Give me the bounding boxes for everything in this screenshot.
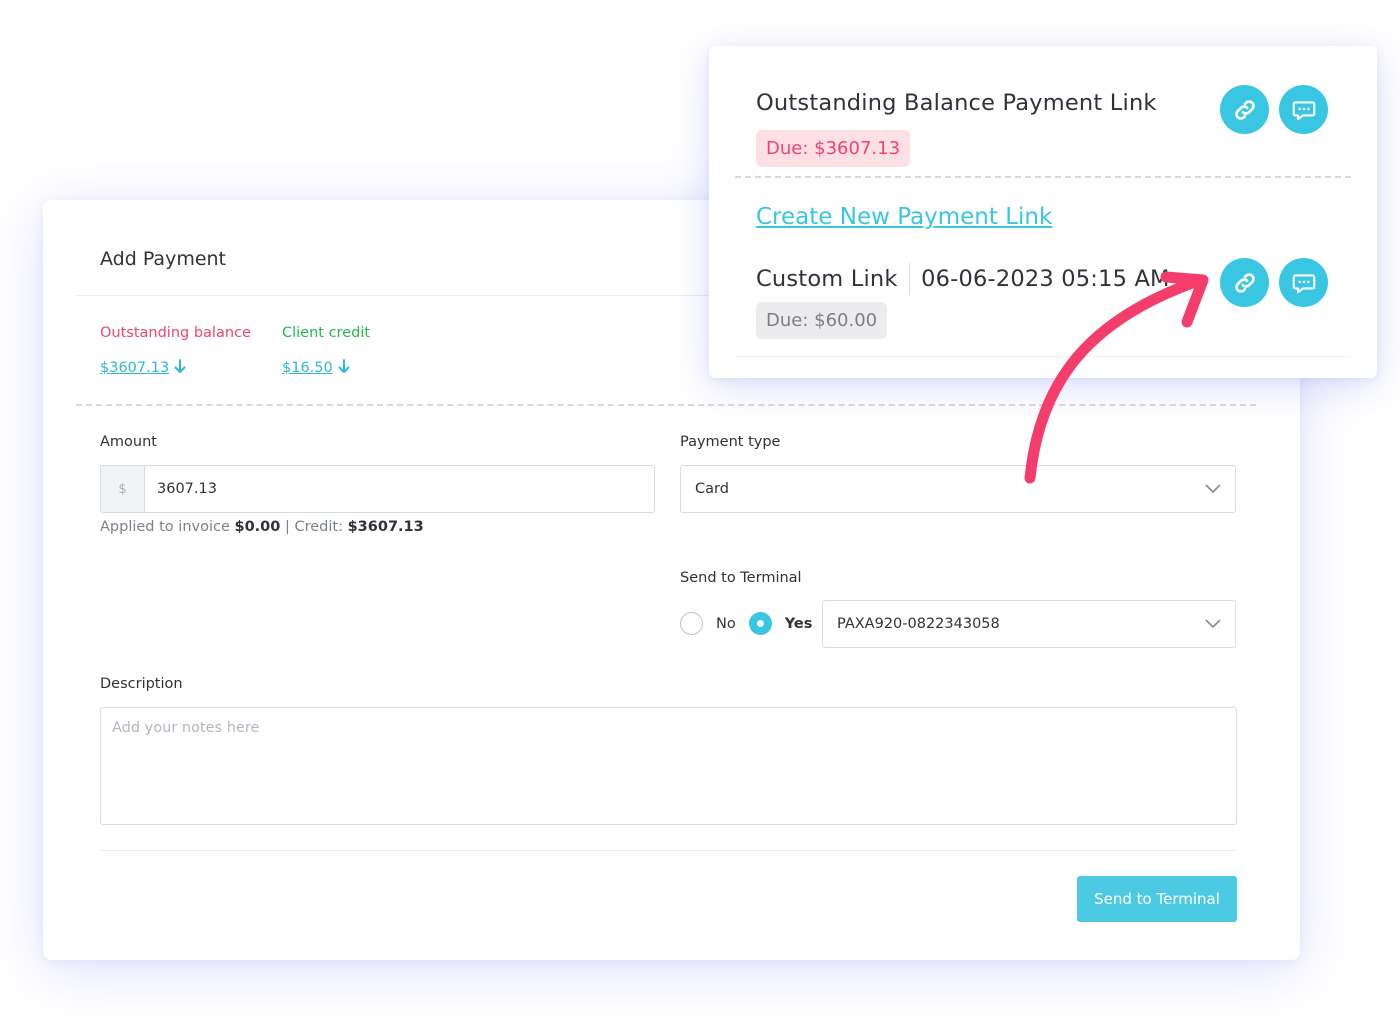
outstanding-due-badge: Due: $3607.13 bbox=[756, 130, 911, 167]
arrow-down-icon bbox=[338, 359, 350, 377]
message-icon bbox=[1291, 270, 1317, 296]
payment-links-popup: Outstanding Balance Payment Link Due: $3… bbox=[709, 46, 1377, 378]
custom-link-label: Custom Link bbox=[756, 266, 898, 292]
currency-prefix: $ bbox=[101, 466, 145, 512]
description-label: Description bbox=[100, 676, 183, 692]
payment-type-label: Payment type bbox=[680, 434, 781, 450]
applied-credit-value: $3607.13 bbox=[347, 519, 424, 535]
radio-yes-label: Yes bbox=[784, 615, 813, 632]
applied-prefix: Applied to invoice bbox=[100, 519, 235, 535]
applied-invoice-value: $0.00 bbox=[234, 519, 281, 535]
send-to-terminal-button[interactable]: Send to Terminal bbox=[1077, 876, 1237, 922]
terminal-value: PAXA920-0822343058 bbox=[837, 616, 1000, 632]
client-credit-link[interactable]: $16.50 bbox=[282, 359, 350, 377]
copy-link-button[interactable] bbox=[1220, 85, 1269, 134]
send-message-button[interactable] bbox=[1279, 85, 1328, 134]
radio-no-label: No bbox=[716, 615, 736, 632]
applied-mid: | Credit: bbox=[280, 519, 348, 535]
send-terminal-radio-group: No Yes bbox=[680, 612, 825, 635]
description-textarea[interactable]: Add your notes here bbox=[100, 707, 1237, 825]
amount-field[interactable]: $ 3607.13 bbox=[100, 465, 655, 513]
outstanding-balance-label: Outstanding balance bbox=[100, 325, 251, 341]
stage: Add Payment Outstanding balance Client c… bbox=[0, 0, 1400, 1028]
payment-type-value: Card bbox=[695, 481, 729, 497]
create-payment-link[interactable]: Create New Payment Link bbox=[756, 204, 1052, 230]
applied-summary: Applied to invoice $0.00 | Credit: $3607… bbox=[100, 519, 424, 535]
custom-link-date: 06-06-2023 05:15 AM bbox=[921, 266, 1170, 292]
outstanding-balance-value: $3607.13 bbox=[100, 360, 170, 376]
footer-divider bbox=[100, 850, 1237, 851]
vertical-separator bbox=[908, 263, 911, 295]
description-placeholder: Add your notes here bbox=[112, 720, 260, 736]
amount-label: Amount bbox=[100, 434, 157, 450]
popup-bottom-divider bbox=[735, 356, 1351, 357]
card-title: Add Payment bbox=[100, 248, 227, 270]
outstanding-balance-link[interactable]: $3607.13 bbox=[100, 359, 186, 377]
balance-divider bbox=[76, 404, 1256, 406]
popup-divider bbox=[735, 176, 1351, 178]
chevron-down-icon bbox=[1205, 484, 1221, 494]
amount-input[interactable]: 3607.13 bbox=[145, 466, 217, 512]
custom-link-row: Custom Link 06-06-2023 05:15 AM bbox=[756, 263, 1170, 295]
client-credit-label: Client credit bbox=[282, 325, 371, 341]
custom-due-badge: Due: $60.00 bbox=[756, 302, 888, 339]
payment-type-select[interactable]: Card bbox=[680, 465, 1236, 513]
terminal-select[interactable]: PAXA920-0822343058 bbox=[822, 600, 1236, 648]
radio-no[interactable] bbox=[680, 612, 703, 635]
message-icon bbox=[1291, 97, 1317, 123]
copy-custom-link-button[interactable] bbox=[1220, 258, 1269, 307]
chevron-down-icon bbox=[1205, 619, 1221, 629]
send-custom-message-button[interactable] bbox=[1279, 258, 1328, 307]
link-icon bbox=[1232, 97, 1258, 123]
outstanding-link-title: Outstanding Balance Payment Link bbox=[756, 90, 1157, 116]
link-icon bbox=[1232, 270, 1258, 296]
arrow-down-icon bbox=[174, 359, 186, 377]
send-to-terminal-label: Send to Terminal bbox=[680, 570, 802, 586]
client-credit-value: $16.50 bbox=[282, 360, 333, 376]
radio-yes[interactable] bbox=[748, 612, 772, 635]
